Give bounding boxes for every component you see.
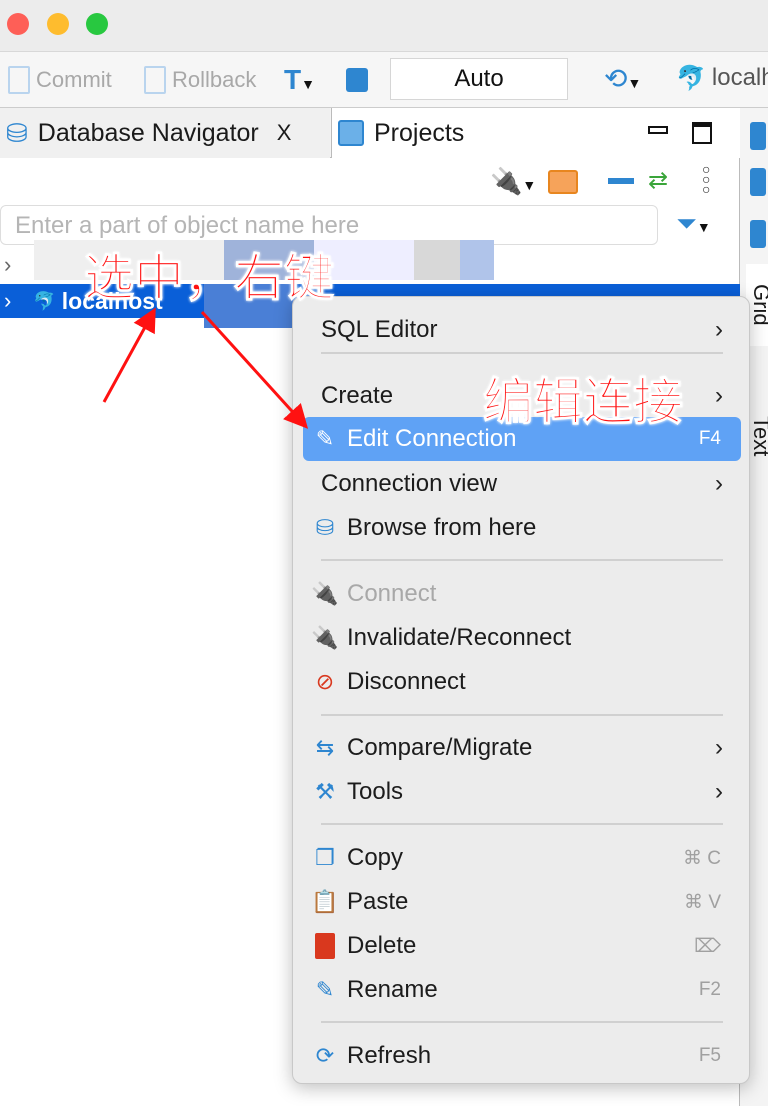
arrow-to-edit-connection [200, 310, 309, 429]
annotation-arrows [102, 307, 309, 429]
arrow-to-localhost [102, 307, 156, 403]
